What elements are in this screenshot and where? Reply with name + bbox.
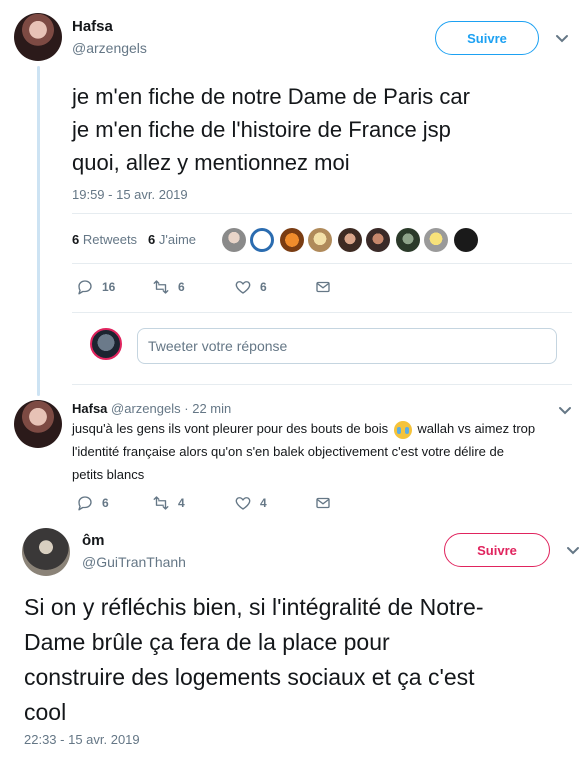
divider — [72, 213, 572, 214]
likes-label: J'aime — [158, 232, 197, 247]
retweet-icon — [153, 280, 169, 294]
liker-avatar[interactable] — [424, 228, 448, 252]
follow-button[interactable]: Suivre — [444, 533, 550, 567]
reply-text-segment: jusqu'à les gens ils vont pleurer pour d… — [72, 421, 389, 436]
liker-avatar[interactable] — [308, 228, 332, 252]
avatar[interactable] — [14, 400, 62, 448]
tweet-text-line: je m'en fiche de notre Dame de Paris car — [72, 84, 470, 109]
reply-input[interactable]: Tweeter votre réponse — [137, 328, 557, 364]
timestamp[interactable]: 22:33 - 15 avr. 2019 — [24, 732, 140, 747]
message-icon — [316, 497, 330, 509]
heart-icon — [235, 497, 251, 510]
tweet-text-line: Dame brûle ça fera de la place pour — [24, 629, 390, 655]
message-action[interactable] — [314, 494, 332, 512]
liker-avatar[interactable] — [222, 228, 246, 252]
dot-separator: · — [184, 401, 189, 416]
divider — [72, 312, 572, 313]
follow-button[interactable]: Suivre — [435, 21, 539, 55]
author-name[interactable]: ôm — [82, 532, 105, 549]
author-handle[interactable]: @arzengels — [72, 40, 147, 56]
tweet-text: je m'en fiche de notre Dame de Paris car… — [72, 80, 470, 179]
chevron-down-icon[interactable] — [566, 546, 580, 556]
retweet-action[interactable]: 6 — [152, 278, 185, 296]
divider — [72, 263, 572, 264]
retweets-label: Retweets — [82, 232, 138, 247]
reply-header: Hafsa @arzengels · 22 min — [72, 401, 231, 416]
retweets-stat[interactable]: 6 Retweets — [72, 232, 137, 247]
reply-action[interactable]: 16 — [76, 278, 115, 296]
like-action[interactable]: 6 — [234, 278, 267, 296]
avatar[interactable] — [22, 528, 70, 576]
crying-face-emoji — [393, 420, 412, 439]
likes-stat[interactable]: 6 J'aime — [148, 232, 196, 247]
retweet-count: 4 — [178, 496, 185, 510]
liker-avatar[interactable] — [338, 228, 362, 252]
reply-placeholder: Tweeter votre réponse — [148, 338, 288, 354]
retweet-count: 6 — [178, 280, 185, 294]
reply-action[interactable]: 6 — [76, 494, 109, 512]
message-action[interactable] — [314, 278, 332, 296]
tweet-text-line: Si on y réfléchis bien, si l'intégralité… — [24, 594, 484, 620]
liker-avatar[interactable] — [454, 228, 478, 252]
divider — [72, 384, 572, 385]
likes-count: 6 — [148, 232, 156, 247]
tweet-text-line: je m'en fiche de l'histoire de France js… — [72, 117, 451, 142]
thread-line — [37, 66, 40, 396]
reply-text-line: l'identité française alors qu'on s'en ba… — [72, 444, 504, 459]
reply-text: jusqu'à les gens ils vont pleurer pour d… — [72, 417, 552, 486]
liker-avatar[interactable] — [280, 228, 304, 252]
reply-count: 6 — [102, 496, 109, 510]
chevron-down-icon[interactable] — [555, 34, 569, 44]
author-handle[interactable]: @arzengels — [111, 401, 181, 416]
liker-avatar[interactable] — [396, 228, 420, 252]
reply-time[interactable]: 22 min — [192, 401, 231, 416]
like-count: 4 — [260, 496, 267, 510]
author-name[interactable]: Hafsa — [72, 18, 113, 35]
tweet-text-line: cool — [24, 699, 67, 725]
reply-text-segment: wallah vs aimez trop — [417, 421, 536, 436]
retweets-count: 6 — [72, 232, 80, 247]
tweet-text: Si on y réfléchis bien, si l'intégralité… — [24, 590, 484, 730]
reply-icon — [78, 280, 92, 295]
like-action[interactable]: 4 — [234, 494, 267, 512]
timestamp[interactable]: 19:59 - 15 avr. 2019 — [72, 187, 188, 202]
reply-text-line: jusqu'à les gens ils vont pleurer pour d… — [72, 417, 552, 440]
like-count: 6 — [260, 280, 267, 294]
tweet-text-line: construire des logements sociaux et ça c… — [24, 664, 475, 690]
tweet-text-line: quoi, allez y mentionnez moi — [72, 150, 350, 175]
current-user-avatar[interactable] — [90, 328, 122, 360]
liker-avatar[interactable] — [250, 228, 274, 252]
avatar[interactable] — [14, 13, 62, 61]
author-handle[interactable]: @GuiTranThanh — [82, 554, 186, 570]
reply-count: 16 — [102, 280, 116, 294]
reply-text-line: petits blancs — [72, 467, 145, 482]
author-name[interactable]: Hafsa — [72, 401, 107, 416]
retweet-action[interactable]: 4 — [152, 494, 185, 512]
heart-icon — [235, 281, 251, 294]
chevron-down-icon[interactable] — [558, 406, 572, 416]
message-icon — [316, 281, 330, 293]
reply-icon — [78, 496, 92, 511]
retweet-icon — [153, 496, 169, 510]
liker-avatar[interactable] — [366, 228, 390, 252]
